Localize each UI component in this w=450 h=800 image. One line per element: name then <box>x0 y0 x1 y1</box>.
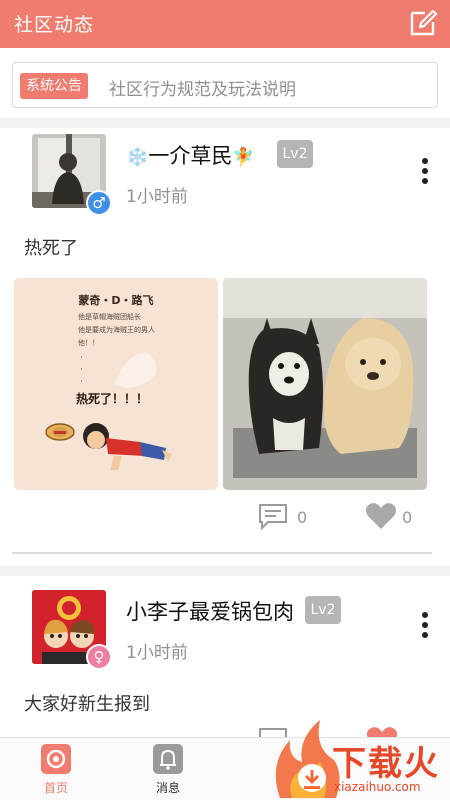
gender-female-icon: ♀ <box>86 644 112 670</box>
image-caption-line: 他！！ <box>78 339 99 347</box>
tab-label: 消息 <box>155 781 180 795</box>
tab-messages[interactable]: 消息 <box>138 744 198 796</box>
post-card: ♀ 小李子最爱锅包肉 Lv2 1小时前 大家好新生报到 <box>0 576 450 737</box>
notice-bar[interactable]: 系统公告 社区行为规范及玩法说明 <box>12 62 438 108</box>
post-time: 1小时前 <box>126 643 188 663</box>
image-caption-title: 蒙奇・D・路飞 <box>78 294 154 307</box>
comment-icon[interactable] <box>258 502 288 530</box>
post-image[interactable] <box>223 278 427 490</box>
username[interactable]: 小李子最爱锅包肉 <box>126 596 294 626</box>
divider <box>12 552 432 554</box>
like-count: 0 <box>402 508 413 527</box>
home-icon <box>41 744 71 774</box>
app-screen: 社区动态 系统公告 社区行为规范及玩法说明 ♂ ❄️一介草民🧚 Lv2 1小时前… <box>0 0 450 800</box>
edit-icon[interactable] <box>408 8 438 38</box>
section-gap <box>0 118 450 128</box>
image-caption-dots: · · · <box>80 353 83 387</box>
image-caption-line: 他是要成为海贼王的男人 <box>78 326 155 334</box>
watermark-logo: 下载火 xiazaihuo.com <box>262 718 450 800</box>
notice-badge: 系统公告 <box>20 73 88 99</box>
comment-count: 0 <box>297 508 308 527</box>
top-bar: 社区动态 <box>0 0 450 48</box>
ghost-drawing <box>114 352 157 388</box>
notice-text: 社区行为规范及玩法说明 <box>109 80 296 100</box>
post-image[interactable]: 蒙奇・D・路飞 他是草帽海贼团船长 他是要成为海贼王的男人 他！！ · · · … <box>14 278 218 490</box>
watermark-url: xiazaihuo.com <box>334 780 421 794</box>
snowflake-icon: ❄️ <box>126 147 149 168</box>
bell-icon <box>153 744 183 774</box>
image-caption-line: 他是草帽海贼团船长 <box>78 313 141 321</box>
post-card: ♂ ❄️一介草民🧚 Lv2 1小时前 热死了 蒙奇・D・路飞 他是草帽海贼团船长… <box>0 128 450 560</box>
luffy-illustration <box>45 423 172 470</box>
page-title: 社区动态 <box>14 14 95 36</box>
fairy-icon: 🧚 <box>232 147 255 168</box>
username[interactable]: ❄️一介草民🧚 <box>126 140 255 170</box>
image-caption-shout: 热死了！！！ <box>76 392 149 406</box>
more-options-icon[interactable] <box>420 158 430 186</box>
tab-label: 首页 <box>43 781 68 795</box>
post-time: 1小时前 <box>126 187 188 207</box>
gender-male-icon: ♂ <box>86 190 112 216</box>
username-text: 一介草民 <box>148 144 233 168</box>
level-badge: Lv2 <box>277 140 313 168</box>
post-content: 热死了 <box>24 238 78 259</box>
level-badge: Lv2 <box>305 596 341 624</box>
more-options-icon[interactable] <box>420 612 430 640</box>
tab-home[interactable]: 首页 <box>26 744 86 796</box>
dogs-photo <box>223 278 427 490</box>
post-actions: 0 0 <box>0 500 450 536</box>
heart-icon[interactable] <box>365 502 397 530</box>
watermark-title: 下载火 <box>332 744 440 784</box>
section-gap <box>0 566 450 576</box>
post-content: 大家好新生报到 <box>24 694 150 715</box>
